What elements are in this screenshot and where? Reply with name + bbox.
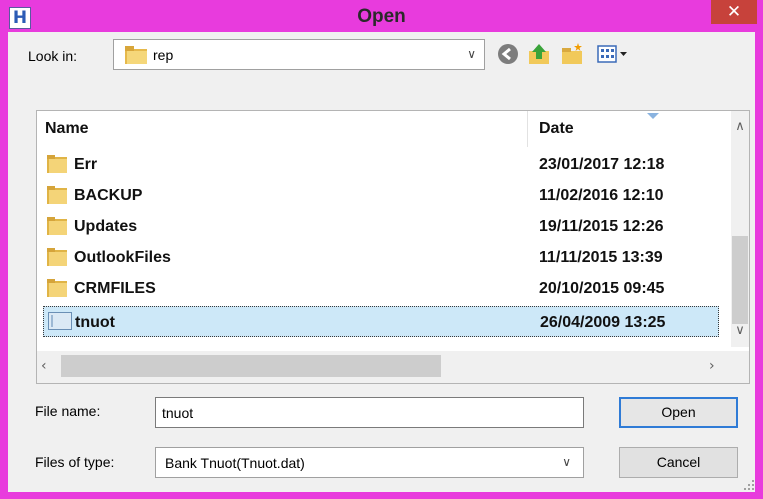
- file-date: 26/04/2009 13:25: [540, 314, 666, 331]
- folder-icon: [47, 248, 67, 271]
- file-list[interactable]: Name Date Err 23/01/2017 12:18 BACKUP 11…: [36, 110, 750, 384]
- file-name: Updates: [74, 218, 138, 235]
- column-header-date[interactable]: Date: [539, 111, 574, 147]
- chevron-down-icon[interactable]: ∨: [467, 47, 476, 61]
- scroll-left-icon[interactable]: ‹: [41, 358, 47, 374]
- up-folder-icon[interactable]: [527, 42, 551, 66]
- list-item[interactable]: BACKUP 11/02/2016 12:10: [43, 180, 719, 211]
- list-item-selected[interactable]: tnuot 26/04/2009 13:25: [43, 306, 719, 337]
- horizontal-scrollbar[interactable]: ‹ ›: [37, 351, 731, 383]
- open-dialog-window: H Open ✕ Look in: rep ∨ Name Date Err 23…: [0, 0, 763, 499]
- list-item[interactable]: CRMFILES 20/10/2015 09:45: [43, 273, 719, 304]
- scroll-right-icon[interactable]: ›: [709, 358, 715, 374]
- look-in-value: rep: [153, 47, 174, 63]
- sort-indicator-icon: [647, 113, 659, 119]
- folder-icon: [47, 217, 67, 240]
- back-icon[interactable]: [496, 42, 520, 66]
- open-button[interactable]: Open: [619, 397, 738, 428]
- title-bar[interactable]: H Open ✕: [0, 0, 763, 32]
- chevron-down-icon[interactable]: ∨: [562, 455, 571, 469]
- file-type-label: Files of type:: [35, 454, 115, 470]
- vertical-scroll-thumb[interactable]: [732, 236, 748, 324]
- file-name: CRMFILES: [74, 280, 156, 297]
- file-name-input[interactable]: [155, 397, 584, 428]
- look-in-label: Look in:: [28, 48, 78, 64]
- file-name: OutlookFiles: [74, 249, 171, 266]
- file-name: Err: [74, 156, 98, 173]
- column-header-name[interactable]: Name: [45, 111, 89, 147]
- folder-icon: [47, 155, 67, 178]
- file-type-combo[interactable]: Bank Tnuot(Tnuot.dat) ∨: [155, 447, 584, 478]
- file-name: tnuot: [75, 314, 115, 331]
- cancel-button[interactable]: Cancel: [619, 447, 738, 478]
- dialog-title: Open: [357, 6, 406, 27]
- scroll-down-icon[interactable]: ∨: [731, 323, 749, 338]
- view-menu-icon[interactable]: [596, 42, 630, 66]
- file-name-label: File name:: [35, 403, 101, 419]
- file-icon: [48, 312, 72, 335]
- vertical-scrollbar[interactable]: ∧ ∨: [731, 111, 749, 347]
- resize-grip-icon[interactable]: [743, 478, 755, 490]
- look-in-combo[interactable]: rep ∨: [113, 39, 485, 70]
- list-item[interactable]: Err 23/01/2017 12:18: [43, 149, 719, 180]
- list-item[interactable]: Updates 19/11/2015 12:26: [43, 211, 719, 242]
- file-date: 19/11/2015 12:26: [539, 218, 664, 235]
- close-icon: ✕: [726, 2, 742, 22]
- file-date: 20/10/2015 09:45: [539, 280, 665, 297]
- file-date: 11/02/2016 12:10: [539, 187, 664, 204]
- folder-icon: [125, 46, 147, 69]
- horizontal-scroll-thumb[interactable]: [61, 355, 441, 377]
- close-button[interactable]: ✕: [711, 0, 757, 24]
- file-date: 23/01/2017 12:18: [539, 156, 665, 173]
- file-name: BACKUP: [74, 187, 143, 204]
- scrollbar-corner: [731, 351, 749, 383]
- new-folder-icon[interactable]: [560, 42, 584, 66]
- list-item[interactable]: OutlookFiles 11/11/2015 13:39: [43, 242, 719, 273]
- scroll-up-icon[interactable]: ∧: [731, 119, 749, 134]
- file-type-value: Bank Tnuot(Tnuot.dat): [165, 455, 305, 471]
- file-date: 11/11/2015 13:39: [539, 249, 663, 266]
- column-separator[interactable]: [527, 111, 528, 147]
- folder-icon: [47, 279, 67, 302]
- folder-icon: [47, 186, 67, 209]
